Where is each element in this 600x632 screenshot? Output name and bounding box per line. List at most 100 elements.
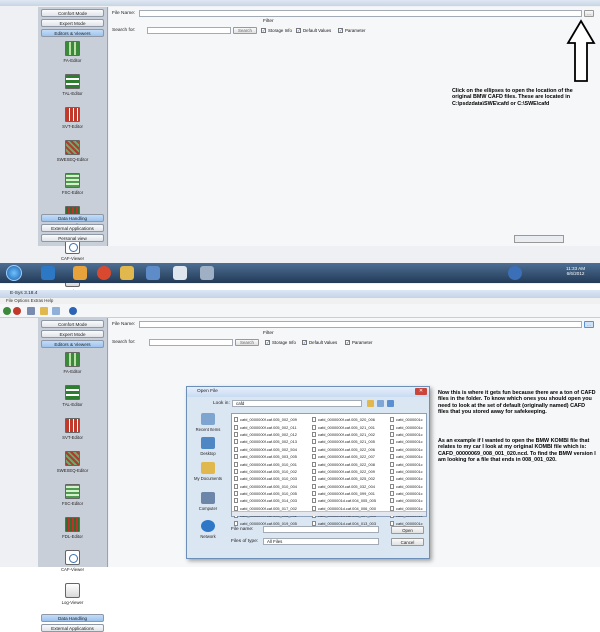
fdl-editor-tool[interactable]: FDL-Editor xyxy=(38,517,107,546)
svt-editor-tool[interactable]: SVT-Editor xyxy=(38,418,107,447)
search-button[interactable]: Search xyxy=(233,27,257,34)
file-list[interactable]: cafd_0000000f.caf.005_002_009 cafd_000000… xyxy=(231,413,427,526)
save-icon[interactable] xyxy=(52,307,60,315)
external-applications-button[interactable]: External Applications xyxy=(41,624,104,632)
ellipsis-button[interactable]: ... xyxy=(584,321,594,328)
file-item[interactable]: cafd_0000001c xyxy=(390,423,426,430)
editors-viewers-button[interactable]: Editors & Viewers xyxy=(41,29,104,37)
sweseq-editor-tool[interactable]: SWESEQ-Editor xyxy=(38,140,107,169)
folder-icon[interactable] xyxy=(120,266,134,280)
file-item[interactable]: cafd_0000000f.caf.005_025_002 xyxy=(312,475,376,482)
log-viewer-tool[interactable]: Log-Viewer xyxy=(38,583,107,612)
file-type-select[interactable]: All Files xyxy=(263,538,379,545)
expert-mode-button[interactable]: Expert Mode xyxy=(41,330,104,338)
fsc-editor-tool[interactable]: FSC-Editor xyxy=(38,484,107,513)
search-input[interactable] xyxy=(147,27,231,34)
up-folder-icon[interactable] xyxy=(367,400,374,407)
new-folder-icon[interactable] xyxy=(377,400,384,407)
file-item[interactable]: cafd_0000001c xyxy=(390,475,426,482)
file-item[interactable]: cafd_0000000f.caf.005_010_001 xyxy=(234,460,297,467)
search-input[interactable] xyxy=(149,339,233,346)
external-applications-button[interactable]: External Applications xyxy=(41,224,104,232)
file-item[interactable]: cafd_0000000f.caf.005_032_004 xyxy=(312,483,376,490)
svt-editor-tool[interactable]: SVT-Editor xyxy=(38,107,107,136)
file-item[interactable]: cafd_0000001d.caf.004_005_005 xyxy=(312,497,376,504)
tal-editor-tool[interactable]: TAL-Editor xyxy=(38,385,107,414)
sweseq-editor-tool[interactable]: SWESEQ-Editor xyxy=(38,451,107,480)
tool-icon[interactable] xyxy=(200,266,214,280)
file-item[interactable]: cafd_0000000f.caf.005_020_006 xyxy=(312,416,376,423)
file-item[interactable]: cafd_0000000f.caf.005_022_009 xyxy=(312,468,376,475)
disconnect-icon[interactable] xyxy=(13,307,21,315)
comfort-mode-button[interactable]: Comfort Mode xyxy=(41,320,104,328)
file-item[interactable]: cafd_0000000f.caf.005_021_005 xyxy=(312,438,376,445)
file-item[interactable]: cafd_0000000f.caf.005_010_003 xyxy=(234,475,297,482)
file-item[interactable]: cafd_0000000f.caf.005_002_011 xyxy=(234,423,297,430)
data-handling-button[interactable]: Data Handling xyxy=(41,214,104,222)
personal-view-button[interactable]: Personal view xyxy=(41,234,104,242)
file-name-input[interactable] xyxy=(139,10,582,17)
comfort-mode-button[interactable]: Comfort Mode xyxy=(41,9,104,17)
file-item[interactable]: cafd_0000000f.caf.005_022_008 xyxy=(312,460,376,467)
file-item[interactable]: cafd_0000001c xyxy=(390,497,426,504)
dialog-close-button[interactable]: ✕ xyxy=(415,388,427,395)
parameter-checkbox[interactable]: ✓ Parameter xyxy=(345,340,373,345)
place-computer[interactable]: Computer xyxy=(190,492,226,511)
file-item[interactable]: cafd_0000000f.caf.005_010_004 xyxy=(234,483,297,490)
tal-editor-tool[interactable]: TAL-Editor xyxy=(38,74,107,103)
file-item[interactable]: cafd_0000001c xyxy=(390,468,426,475)
file-item[interactable]: cafd_0000000f.caf.005_002_012 xyxy=(234,431,297,438)
data-handling-button[interactable]: Data Handling xyxy=(41,614,104,622)
file-item[interactable]: cafd_0000000f.caf.005_021_002 xyxy=(312,431,376,438)
file-item[interactable]: cafd_0000000f.caf.005_014_003 xyxy=(234,497,297,504)
open-button[interactable]: Open xyxy=(391,526,424,534)
default-values-checkbox[interactable]: ✓ Default Values xyxy=(296,28,331,33)
file-item[interactable]: cafd_0000000f.caf.005_099_001 xyxy=(312,490,376,497)
file-item[interactable]: cafd_0000000f.caf.005_022_006 xyxy=(312,446,376,453)
file-item[interactable]: cafd_0000000f.caf.005_002_013 xyxy=(234,438,297,445)
file-item[interactable]: cafd_0000001c xyxy=(390,490,426,497)
fa-editor-tool[interactable]: FA-Editor xyxy=(38,41,107,70)
fa-editor-tool[interactable]: FA-Editor xyxy=(38,352,107,381)
expert-mode-button[interactable]: Expert Mode xyxy=(41,19,104,27)
file-item[interactable]: cafd_0000000f.caf.005_003_005 xyxy=(234,453,297,460)
search-button[interactable]: Search xyxy=(235,339,259,346)
ecu-icon[interactable] xyxy=(27,307,35,315)
file-item[interactable]: cafd_0000001c xyxy=(390,431,426,438)
view-menu-icon[interactable] xyxy=(387,400,394,407)
chrome-icon[interactable] xyxy=(97,266,111,280)
file-item[interactable]: cafd_0000001c xyxy=(390,453,426,460)
storage-info-checkbox[interactable]: ✓ Storage Info xyxy=(265,340,296,345)
camera-icon[interactable] xyxy=(173,266,187,280)
cancel-button[interactable]: Cancel xyxy=(391,538,424,546)
place-recent-items[interactable]: Recent Items xyxy=(190,413,226,432)
dlg-file-name-input[interactable] xyxy=(263,526,379,533)
file-item[interactable]: cafd_0000001c xyxy=(390,438,426,445)
file-item[interactable]: cafd_0000000f.caf.005_002_504 xyxy=(234,446,297,453)
place-desktop[interactable]: Desktop xyxy=(190,437,226,456)
start-button[interactable] xyxy=(6,265,22,281)
parameter-checkbox[interactable]: ✓ Parameter xyxy=(338,28,366,33)
editors-viewers-button[interactable]: Editors & Viewers xyxy=(41,340,104,348)
help-icon[interactable] xyxy=(508,266,522,280)
horizontal-scrollbar[interactable] xyxy=(232,511,426,516)
place-network[interactable]: Network xyxy=(190,520,226,539)
ie-icon[interactable] xyxy=(41,266,55,280)
file-item[interactable]: cafd_0000000f.caf.005_021_001 xyxy=(312,423,376,430)
file-item[interactable]: cafd_0000000f.caf.005_022_007 xyxy=(312,453,376,460)
file-item[interactable]: cafd_0000000f.caf.005_002_009 xyxy=(234,416,297,423)
fsc-editor-tool[interactable]: FSC-Editor xyxy=(38,173,107,202)
file-item[interactable]: cafd_0000000f.caf.005_010_005 xyxy=(234,490,297,497)
open-icon[interactable] xyxy=(40,307,48,315)
file-name-input[interactable] xyxy=(139,321,582,328)
app-icon[interactable] xyxy=(146,266,160,280)
connect-icon[interactable] xyxy=(3,307,11,315)
storage-info-checkbox[interactable]: ✓ Storage Info xyxy=(261,28,292,33)
vlc-icon[interactable] xyxy=(73,266,87,280)
file-item[interactable]: cafd_0000001c xyxy=(390,446,426,453)
help-icon[interactable] xyxy=(69,307,77,315)
default-values-checkbox[interactable]: ✓ Default Values xyxy=(302,340,337,345)
file-item[interactable]: cafd_0000001c xyxy=(390,483,426,490)
caf-viewer-tool[interactable]: CAF-Viewer xyxy=(38,550,107,579)
place-my-documents[interactable]: My Documents xyxy=(190,462,226,481)
